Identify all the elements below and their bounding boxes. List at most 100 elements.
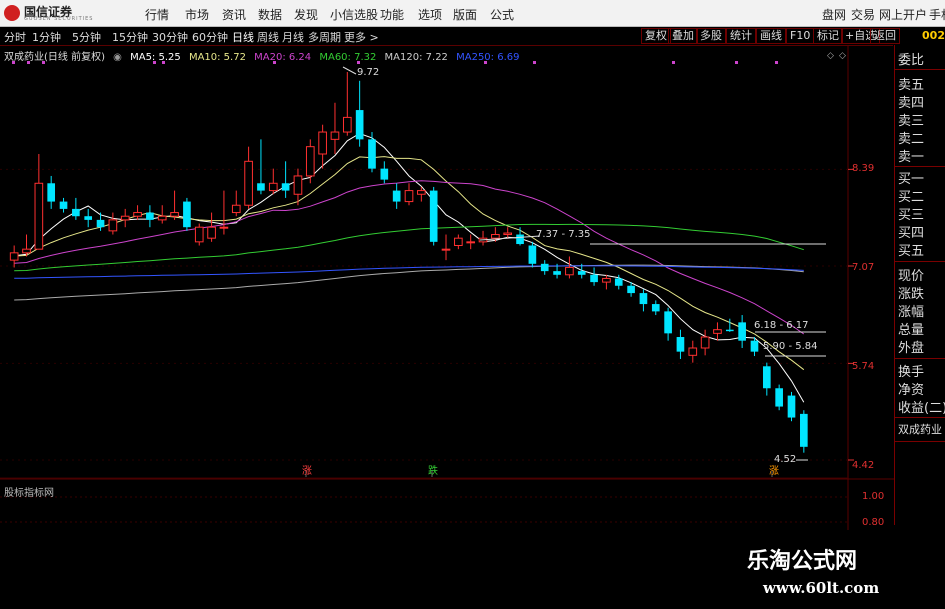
settings-icon: ◇ [839,51,846,61]
candle-body [108,219,118,232]
high-pointer [342,66,357,75]
event-marker [484,61,487,64]
price-tick: 5.74 [852,361,875,372]
range-label-2: 6.18 - 6.17 [754,320,809,331]
watermark-title: 乐淘公式网 [747,548,858,574]
candle-body [466,241,476,244]
price-tick: 4.42 [852,460,875,471]
quote-label: 净资 [898,383,925,398]
menu-item-mobile[interactable]: 手机 [929,6,945,23]
signal-up-label: 涨 [302,466,312,477]
divider [895,261,945,262]
candle-body [368,139,376,169]
candle-body [454,237,463,247]
candle-body [639,293,648,305]
quote-label: 涨跌 [898,287,925,302]
quote-label: 卖五 [898,78,925,93]
quote-label: 换手 [898,365,925,380]
event-marker [273,61,276,64]
candle-body [651,304,660,312]
candle-body [590,274,598,283]
quote-label: 卖一 [898,150,925,165]
candle-body [528,245,537,264]
candle-body [183,201,191,228]
candle-body [268,182,278,192]
candle-body [762,366,771,389]
collapse-icon: ◇ [827,51,834,61]
quote-label: 外盘 [898,341,925,356]
quote-label: 涨幅 [898,305,925,320]
candle-body [120,215,130,221]
candle-body [293,175,303,195]
candle-body [219,226,229,229]
candle-body [207,226,216,239]
candle-body [84,216,93,220]
quote-label: 买四 [898,226,925,241]
kline-chart[interactable]: ◇ ◇ [0,0,894,530]
candle-body [342,116,352,133]
watermark-url: www.60lt.com [763,579,880,597]
range-label-3: 5.90 - 5.84 [763,341,818,352]
candle-body [565,266,574,276]
candle-body [34,182,44,250]
candle-body [257,183,265,191]
candle-body [688,347,698,356]
indicator-panel-title[interactable]: 股标指标网 [4,484,54,499]
event-marker [357,61,360,64]
event-marker [153,61,156,64]
high-price-label: 9.72 [357,67,380,78]
sub-axis-tick: 0.80 [862,517,885,528]
quote-label: 买一 [898,172,925,187]
price-tick: 8.39 [852,163,875,174]
ma120-line [14,264,804,301]
candle-body [713,329,722,334]
candle-body [72,208,80,217]
quote-label: 委比 [898,53,925,68]
candle-body [725,329,734,332]
event-marker [162,61,165,64]
candle-body [516,234,524,245]
candle-body [9,252,19,261]
event-marker [672,61,675,64]
chart-annotations: ◇ ◇ [12,51,846,477]
candle-body [614,278,623,286]
candle-body [553,271,561,275]
candle-body [281,183,290,191]
candle-body [602,277,611,283]
candle-body [577,271,586,275]
quote-label: 现价 [898,269,925,284]
candle-body [96,219,105,228]
candle-body [22,248,31,254]
divider [895,166,945,167]
candle-body [417,190,426,195]
candle-body [441,248,451,251]
event-marker [735,61,738,64]
candle-body [133,212,142,217]
event-marker [775,61,778,64]
event-marker [12,61,15,64]
stock-name: 双成药业 [898,423,942,436]
signal-up-label: 涨 [769,466,779,477]
divider [895,69,945,70]
candle-body [627,285,635,294]
divider [895,358,945,359]
candle-body [59,201,68,209]
candle-body [157,215,167,221]
candle-body [491,234,500,239]
candle-body [787,395,796,418]
event-marker [42,61,45,64]
candle-body [47,183,56,202]
range-line [479,235,541,241]
quote-label: 买三 [898,208,925,223]
candle-body [800,413,808,447]
candle-body [194,226,204,243]
range-label-1: 7.37 - 7.35 [536,229,591,240]
candle-body [676,337,685,352]
moving-average-lines [14,132,805,403]
price-tick: 7.07 [852,262,875,273]
candle-body [540,263,549,272]
candle-body [355,110,364,140]
quote-label: 卖三 [898,114,925,129]
candle-body [231,204,241,214]
candle-body [738,322,746,341]
